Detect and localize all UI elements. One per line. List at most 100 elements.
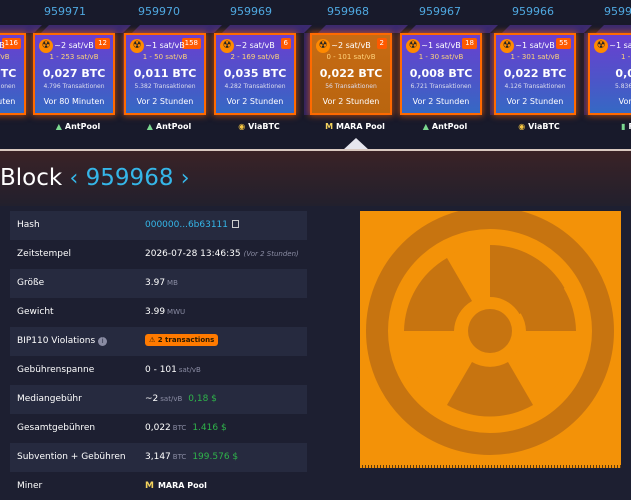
block-visualization[interactable] [360, 211, 621, 465]
hash-link[interactable]: 000000...6b63111 [145, 220, 228, 230]
block-height-label[interactable]: 959971 [20, 5, 110, 18]
fee-span-label: Gebührenspanne [17, 365, 95, 375]
block-median-fee: ~1 sat/vB [145, 41, 185, 50]
block-fee-range: 1 - 9 [621, 53, 631, 61]
total-fees-unit: BTC [172, 424, 187, 432]
cube-face[interactable]: ☢ 158 ~1 sat/vB 1 - 50 sat/vB 0,011 BTC … [124, 33, 206, 115]
block-time: Vor 2 Stunden [226, 97, 284, 106]
block-height-label[interactable]: 959969 [206, 5, 296, 18]
block-item[interactable]: 959969 ☢ 6 ~2 sat/vB 2 - 169 sat/vB 0,03… [214, 0, 312, 150]
weight-value: 3.99 [145, 307, 166, 317]
block-tx-count: 4.282 Transaktionen [224, 83, 286, 90]
block-cube[interactable]: ☢ 2 ~2 sat/vB 0 - 101 sat/vB 0,022 BTC 5… [310, 25, 408, 115]
block-cube[interactable]: ☢ 18 ~1 sat/vB 1 - 30 sat/vB 0,008 BTC 6… [400, 25, 498, 115]
subsidy-label: Subvention + Gebühren [17, 452, 126, 462]
block-pool[interactable]: ▲ AntPool [400, 122, 490, 131]
chevron-right-icon[interactable]: › [181, 166, 190, 191]
block-height-label[interactable]: 959968 [303, 5, 393, 18]
block-pool[interactable]: ▮Fou [588, 122, 631, 131]
pool-name: ViaBTC [248, 122, 280, 131]
block-pool[interactable]: ▲SA [0, 122, 34, 131]
chevron-left-icon[interactable]: ‹ [70, 166, 79, 191]
block-height-label[interactable]: 959965 [580, 5, 631, 18]
cube-face[interactable]: ☢ 18 ~1 sat/vB 1 - 30 sat/vB 0,008 BTC 6… [400, 33, 482, 115]
pool-icon: ▲ [55, 122, 62, 131]
detail-row-subsidy: Subvention + Gebühren 3,147 BTC 199.576 $ [10, 443, 307, 472]
block-tx-count: 4.126 Transaktionen [504, 83, 566, 90]
miner-value[interactable]: MARA Pool [158, 481, 207, 490]
block-cube[interactable]: ☢ 55 ~1 sat/vB 1 - 301 sat/vB 0,022 BTC … [494, 25, 592, 115]
detail-row-miner: Miner M MARA Pool [10, 472, 307, 500]
block-height: 959968 [85, 165, 174, 191]
block-pool[interactable]: ◉ ViaBTC [214, 122, 304, 131]
block-item[interactable]: 959970 ☢ 158 ~1 sat/vB 1 - 50 sat/vB 0,0… [124, 0, 222, 150]
block-total-btc: 0,027 BTC [42, 67, 106, 80]
copy-icon[interactable] [232, 220, 240, 228]
block-item[interactable]: 959967 ☢ 18 ~1 sat/vB 1 - 30 sat/vB 0,00… [400, 0, 498, 150]
block-pool[interactable]: M MARA Pool [310, 122, 400, 131]
block-pool[interactable]: ▲ AntPool [124, 122, 214, 131]
block-total-btc: 0,022 BTC [319, 67, 383, 80]
block-item[interactable]: 959966 ☢ 55 ~1 sat/vB 1 - 301 sat/vB 0,0… [494, 0, 592, 150]
timestamp-value: 2026-07-28 13:46:35 [145, 249, 241, 259]
detail-row-size: Größe 3.97 MB [10, 269, 307, 298]
block-pool[interactable]: ▲ AntPool [33, 122, 123, 131]
timestamp-label: Zeitstempel [17, 249, 72, 259]
block-item[interactable]: 959965 ☢ ~1 sat/vB 1 - 9 0,01 5.836 Tra … [588, 0, 631, 150]
cube-top [132, 25, 222, 33]
detail-row-hash: Hash 000000...6b63111 [10, 211, 307, 240]
block-cube[interactable]: ☢ 12 ~2 sat/vB 1 - 253 sat/vB 0,027 BTC … [33, 25, 131, 115]
block-height-label[interactable]: 959966 [488, 5, 578, 18]
block-median-fee: ~1 sat/vB [515, 41, 555, 50]
cube-face[interactable]: ☢ 2 ~2 sat/vB 0 - 101 sat/vB 0,022 BTC 5… [310, 33, 392, 115]
block-median-fee: ~2 sat/vB [331, 41, 371, 50]
cube-face[interactable]: ☢ 6 ~2 sat/vB 2 - 169 sat/vB 0,035 BTC 4… [214, 33, 296, 115]
block-height-label[interactable]: 959970 [114, 5, 204, 18]
block-median-fee: ~1 sat/vB [421, 41, 461, 50]
block-tx-count: 4.796 Transaktionen [0, 83, 16, 90]
cube-top [41, 25, 131, 33]
block-fee-range: 1 - 253 sat/vB [49, 53, 99, 61]
block-item[interactable]: ☢ 116 ~2 sat/vB 1 - 253 sat/vB 0,027 BTC… [0, 0, 42, 150]
cube-face[interactable]: ☢ 116 ~2 sat/vB 1 - 253 sat/vB 0,027 BTC… [0, 33, 26, 115]
block-tx-count: 4.796 Transaktionen [43, 83, 105, 90]
block-item[interactable]: 959971 ☢ 12 ~2 sat/vB 1 - 253 sat/vB 0,0… [33, 0, 131, 150]
detail-row-bip110: BIP110 Violations i ⚠ 2 transactions [10, 327, 307, 356]
block-cube[interactable]: ☢ 116 ~2 sat/vB 1 - 253 sat/vB 0,027 BTC… [0, 25, 42, 115]
block-cube[interactable]: ☢ 6 ~2 sat/vB 2 - 169 sat/vB 0,035 BTC 4… [214, 25, 312, 115]
mara-pool-icon: M [145, 481, 154, 491]
cube-face[interactable]: ☢ 55 ~1 sat/vB 1 - 301 sat/vB 0,022 BTC … [494, 33, 576, 115]
subsidy-usd: 199.576 $ [192, 452, 239, 462]
detail-row-timestamp: Zeitstempel 2026-07-28 13:46:35 (Vor 2 St… [10, 240, 307, 269]
bip110-violations-badge[interactable]: ⚠ 2 transactions [145, 334, 219, 346]
block-item[interactable]: 959968 ☢ 2 ~2 sat/vB 0 - 101 sat/vB 0,02… [310, 0, 408, 150]
block-time: Vor 2 Stunden [412, 97, 470, 106]
block-tx-count: 5.382 Transaktionen [134, 83, 196, 90]
pool-name: AntPool [431, 122, 468, 131]
info-icon[interactable]: i [98, 337, 108, 346]
detail-row-weight: Gewicht 3.99 MWU [10, 298, 307, 327]
block-cube[interactable]: ☢ 158 ~1 sat/vB 1 - 50 sat/vB 0,011 BTC … [124, 25, 222, 115]
cube-face[interactable]: ☢ 12 ~2 sat/vB 1 - 253 sat/vB 0,027 BTC … [33, 33, 115, 115]
block-time: Vor 2 [618, 97, 631, 106]
pool-icon: ▲ [146, 122, 153, 131]
subsidy-value: 3,147 [145, 452, 171, 462]
cube-top [596, 25, 631, 33]
cube-face[interactable]: ☢ ~1 sat/vB 1 - 9 0,01 5.836 Tra Vor 2 [588, 33, 631, 115]
pool-name: AntPool [155, 122, 192, 131]
block-time: Vor 2 Stunden [506, 97, 564, 106]
block-total-btc: 0,035 BTC [223, 67, 287, 80]
block-total-btc: 0,01 [615, 67, 631, 80]
cube-top [408, 25, 498, 33]
block-height-label[interactable]: 959967 [395, 5, 485, 18]
median-fee-value: ~2 [145, 394, 159, 404]
block-fee-range: 1 - 50 sat/vB [142, 53, 188, 61]
block-median-fee: ~2 sat/vB [0, 41, 24, 50]
block-pool[interactable]: ◉ ViaBTC [494, 122, 584, 131]
total-fees-label: Gesamtgebühren [17, 423, 96, 433]
block-cube[interactable]: ☢ ~1 sat/vB 1 - 9 0,01 5.836 Tra Vor 2 [588, 25, 631, 115]
bip110-violations-value: 2 transactions [157, 336, 215, 344]
pool-icon: ▮ [621, 122, 626, 131]
cube-top [222, 25, 312, 33]
block-median-fee: ~1 sat/vB [609, 41, 631, 50]
